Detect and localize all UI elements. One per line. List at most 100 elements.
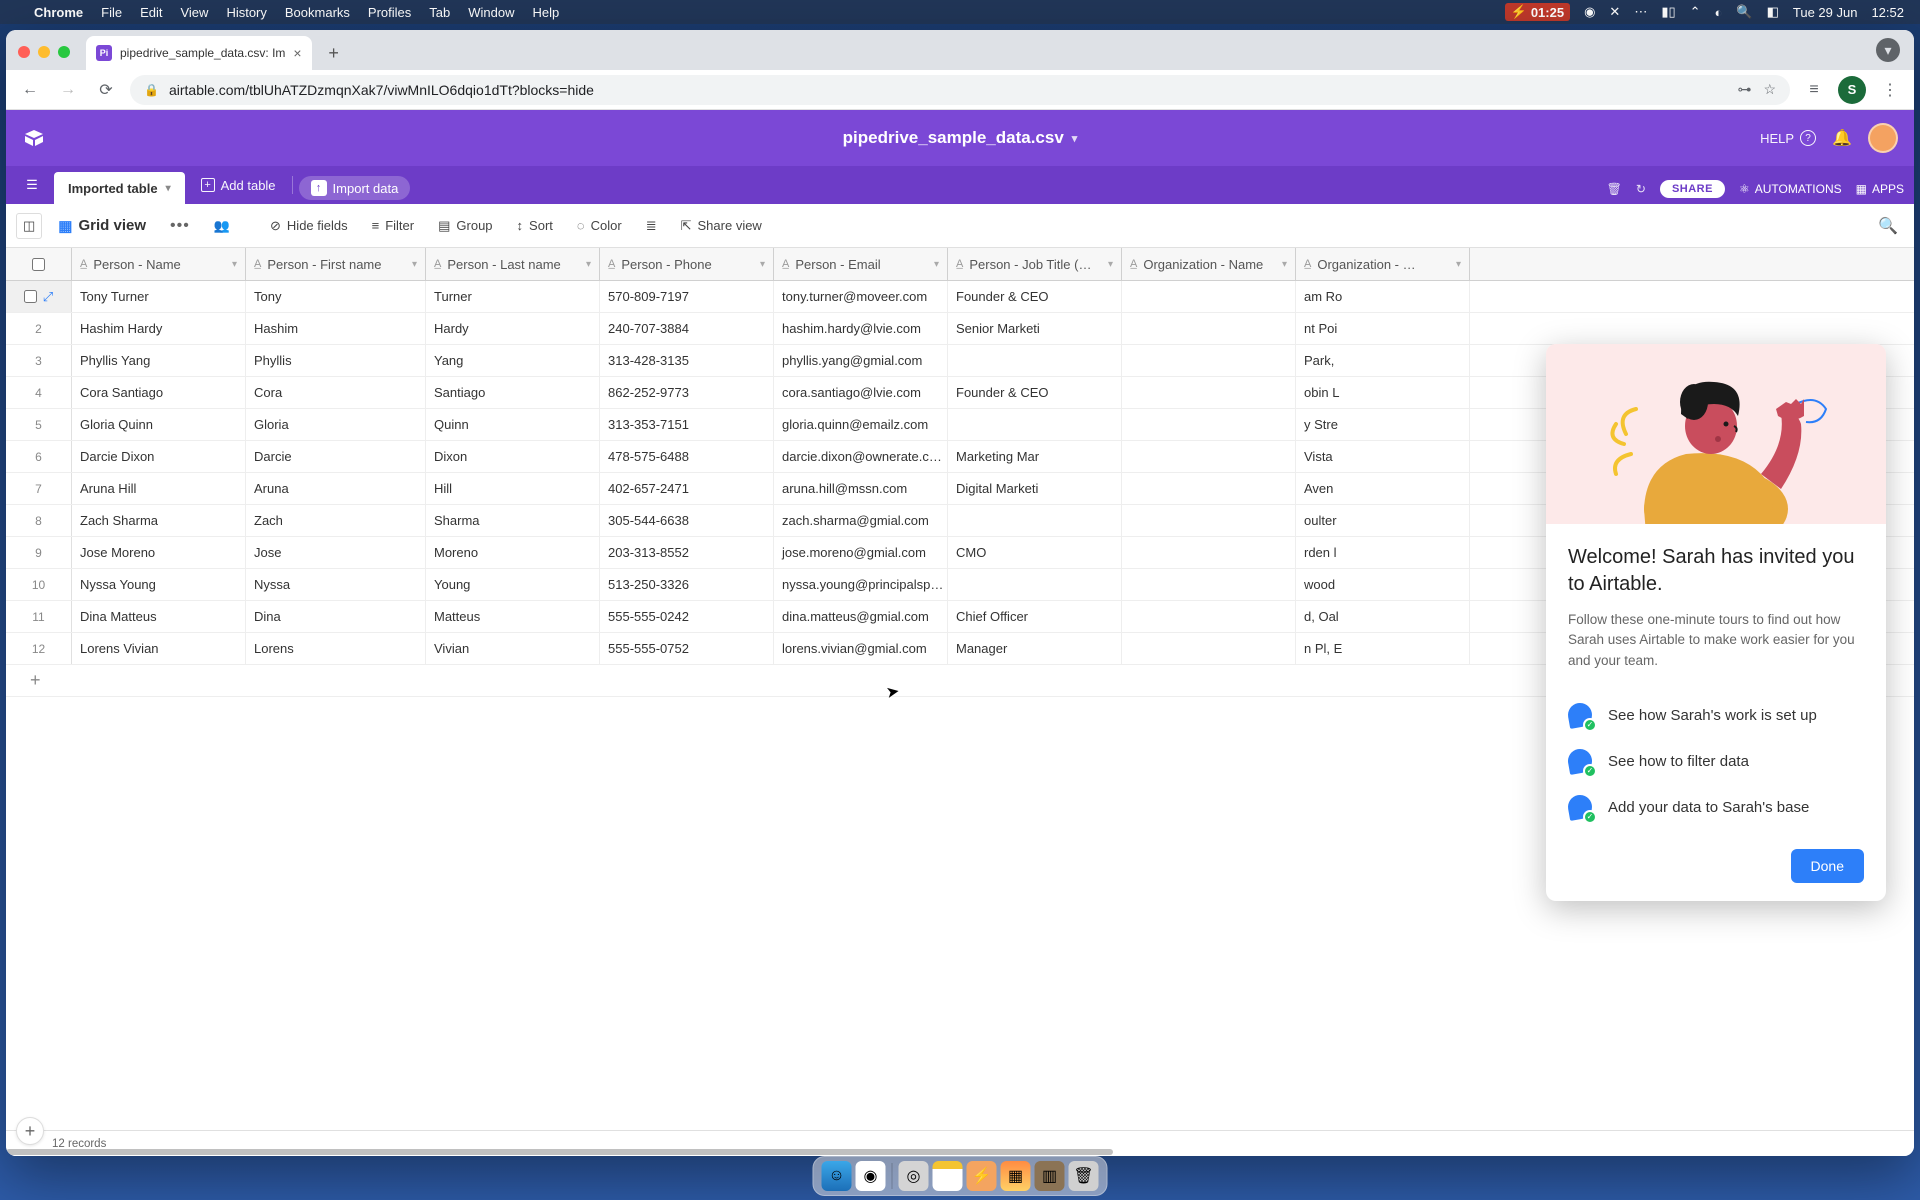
chrome-profile-button[interactable]: S	[1838, 76, 1866, 104]
grid-cell[interactable]: Darcie Dixon	[72, 441, 246, 472]
sort-button[interactable]: ↕ Sort	[509, 213, 561, 238]
select-all-header[interactable]	[6, 248, 72, 280]
add-table-button[interactable]: + Add table	[191, 169, 286, 201]
grid-cell[interactable]: oulter	[1296, 505, 1470, 536]
help-button[interactable]: HELP ?	[1760, 130, 1816, 146]
dock-app[interactable]: ⚡	[967, 1161, 997, 1191]
grid-cell[interactable]: jose.moreno@gmial.com	[774, 537, 948, 568]
welcome-step-1[interactable]: ✓ See how Sarah's work is set up	[1568, 693, 1864, 739]
done-button[interactable]: Done	[1791, 849, 1864, 883]
scrollbar-thumb[interactable]	[6, 1149, 1113, 1155]
grid-cell[interactable]: Yang	[426, 345, 600, 376]
grid-cell[interactable]: Nyssa	[246, 569, 426, 600]
grid-cell[interactable]	[948, 409, 1122, 440]
grid-cell[interactable]: Matteus	[426, 601, 600, 632]
collaborators-button[interactable]: 👥	[206, 213, 238, 239]
hide-fields-button[interactable]: ⊘ Hide fields	[262, 213, 356, 239]
grid-cell[interactable]: nt Poi	[1296, 313, 1470, 344]
grid-cell[interactable]: Santiago	[426, 377, 600, 408]
grid-cell[interactable]: zach.sharma@gmial.com	[774, 505, 948, 536]
grid-cell[interactable]: Manager	[948, 633, 1122, 664]
grid-cell[interactable]: Digital Marketi	[948, 473, 1122, 504]
row-number-cell[interactable]: 2	[6, 313, 72, 344]
menu-file[interactable]: File	[101, 5, 122, 20]
battery-status[interactable]: ⚡01:25	[1505, 3, 1570, 21]
grid-cell[interactable]: gloria.quinn@emailz.com	[774, 409, 948, 440]
grid-cell[interactable]: phyllis.yang@gmial.com	[774, 345, 948, 376]
grid-cell[interactable]: aruna.hill@mssn.com	[774, 473, 948, 504]
browser-tab[interactable]: Pi pipedrive_sample_data.csv: Im ×	[86, 36, 312, 70]
grid-cell[interactable]	[1122, 441, 1296, 472]
grid-cell[interactable]: 203-313-8552	[600, 537, 774, 568]
grid-cell[interactable]: Aruna Hill	[72, 473, 246, 504]
menu-extra-icon[interactable]: ◉	[1584, 4, 1595, 20]
grid-cell[interactable]: Dina Matteus	[72, 601, 246, 632]
toggle-sidebar-button[interactable]: ◫	[16, 213, 42, 239]
horizontal-scrollbar[interactable]	[6, 1148, 1914, 1156]
menu-window[interactable]: Window	[468, 5, 514, 20]
grid-cell[interactable]: 513-250-3326	[600, 569, 774, 600]
grid-cell[interactable]: 313-428-3135	[600, 345, 774, 376]
grid-cell[interactable]: hashim.hardy@lvie.com	[774, 313, 948, 344]
back-button[interactable]: ←	[16, 76, 44, 104]
row-number-cell[interactable]: ⤢	[6, 281, 72, 312]
grid-cell[interactable]: CMO	[948, 537, 1122, 568]
row-number-cell[interactable]: 5	[6, 409, 72, 440]
grid-cell[interactable]: 478-575-6488	[600, 441, 774, 472]
new-tab-button[interactable]: +	[320, 39, 348, 67]
automations-button[interactable]: ⚛ AUTOMATIONS	[1739, 182, 1842, 196]
row-number-cell[interactable]: 9	[6, 537, 72, 568]
grid-cell[interactable]: obin L	[1296, 377, 1470, 408]
grid-cell[interactable]	[1122, 345, 1296, 376]
wifi-icon[interactable]: ⌃	[1690, 4, 1701, 20]
battery-icon[interactable]: ▮▯	[1661, 4, 1675, 20]
grid-cell[interactable]: Young	[426, 569, 600, 600]
grid-cell[interactable]: Hill	[426, 473, 600, 504]
row-checkbox[interactable]	[24, 290, 37, 303]
column-header[interactable]: A̲Person - Name▾	[72, 248, 246, 280]
table-row[interactable]: 2Hashim HardyHashimHardy240-707-3884hash…	[6, 313, 1914, 345]
column-header[interactable]: A̲Person - Job Title (…▾	[948, 248, 1122, 280]
grid-cell[interactable]: Tony	[246, 281, 426, 312]
grid-cell[interactable]: 240-707-3884	[600, 313, 774, 344]
grid-cell[interactable]: d, Oal	[1296, 601, 1470, 632]
grid-cell[interactable]: tony.turner@moveer.com	[774, 281, 948, 312]
row-number-cell[interactable]: 6	[6, 441, 72, 472]
window-close-button[interactable]	[18, 46, 30, 58]
grid-cell[interactable]: 555-555-0752	[600, 633, 774, 664]
welcome-step-3[interactable]: ✓ Add your data to Sarah's base	[1568, 785, 1864, 831]
select-all-checkbox[interactable]	[32, 258, 45, 271]
grid-cell[interactable]: Hashim	[246, 313, 426, 344]
dock-app-finder[interactable]: ☺	[822, 1161, 852, 1191]
grid-cell[interactable]	[1122, 313, 1296, 344]
grid-cell[interactable]: Hardy	[426, 313, 600, 344]
menu-edit[interactable]: Edit	[140, 5, 162, 20]
search-records-button[interactable]: 🔍	[1872, 210, 1904, 242]
grid-cell[interactable]	[1122, 281, 1296, 312]
grid-cell[interactable]: Aven	[1296, 473, 1470, 504]
column-header[interactable]: A̲Organization - …▾	[1296, 248, 1470, 280]
grid-cell[interactable]: Zach Sharma	[72, 505, 246, 536]
menubar-time[interactable]: 12:52	[1871, 5, 1904, 20]
spotlight-icon[interactable]: 🔍	[1736, 4, 1752, 20]
dock-trash[interactable]: 🗑	[1069, 1161, 1099, 1191]
grid-cell[interactable]: Sharma	[426, 505, 600, 536]
grid-cell[interactable]	[1122, 537, 1296, 568]
add-record-fab[interactable]: +	[16, 1117, 44, 1145]
reading-list-icon[interactable]: ≡	[1800, 76, 1828, 104]
tab-search-button[interactable]: ▾	[1876, 38, 1900, 62]
column-header[interactable]: A̲Organization - Name▾	[1122, 248, 1296, 280]
grid-cell[interactable]: Aruna	[246, 473, 426, 504]
grid-cell[interactable]: Jose Moreno	[72, 537, 246, 568]
control-center-icon[interactable]: ◐	[1715, 5, 1723, 20]
grid-cell[interactable]: Chief Officer	[948, 601, 1122, 632]
grid-cell[interactable]: nyssa.young@principalsp…	[774, 569, 948, 600]
grid-cell[interactable]: Hashim Hardy	[72, 313, 246, 344]
history-icon[interactable]: ↻	[1636, 182, 1646, 196]
grid-cell[interactable]: Founder & CEO	[948, 281, 1122, 312]
share-view-button[interactable]: ⇱ Share view	[673, 213, 770, 239]
grid-cell[interactable]: Tony Turner	[72, 281, 246, 312]
view-switcher-button[interactable]: ▦ Grid view	[50, 212, 154, 240]
grid-cell[interactable]: 862-252-9773	[600, 377, 774, 408]
dock-app[interactable]: ◎	[899, 1161, 929, 1191]
